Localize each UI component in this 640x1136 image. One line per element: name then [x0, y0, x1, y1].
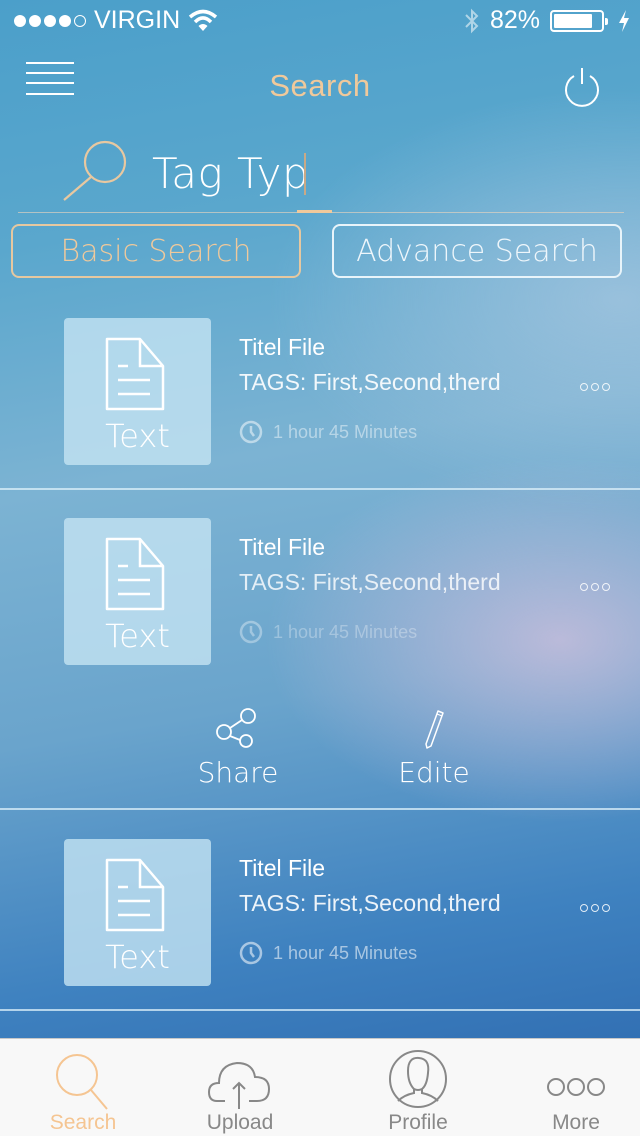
power-icon[interactable] [562, 66, 602, 108]
text-caret [304, 153, 306, 195]
file-title: Titel File [239, 534, 326, 560]
advance-search-button[interactable]: Advance Search [332, 224, 622, 278]
nav-bar: Search [0, 50, 640, 120]
file-time: 1 hour 45 Minutes [239, 420, 417, 444]
pencil-icon [425, 710, 444, 749]
file-time: 1 hour 45 Minutes [239, 620, 417, 644]
signal-dot [44, 14, 56, 27]
file-title: Titel File [239, 855, 326, 881]
bluetooth-icon [465, 8, 479, 33]
file-title: Titel File [239, 334, 326, 360]
file-tags: TAGS: First,Second,therd [239, 890, 501, 916]
more-options-button[interactable] [580, 583, 610, 591]
divider [0, 808, 640, 810]
file-thumbnail[interactable]: Text [64, 518, 211, 665]
search-input[interactable] [152, 143, 592, 203]
more-options-button[interactable] [580, 383, 610, 391]
status-right: 82% [464, 6, 630, 35]
clock-icon [239, 941, 263, 965]
edit-button[interactable]: Edite [390, 708, 478, 789]
tab-more[interactable]: More [496, 1039, 640, 1136]
signal-dot [14, 14, 26, 27]
tab-bar: Search Upload Profile More [0, 1038, 640, 1136]
file-time: 1 hour 45 Minutes [239, 941, 417, 965]
signal-strength-icon [14, 14, 86, 27]
thumbnail-label: Text [105, 938, 170, 976]
file-thumbnail[interactable]: Text [64, 839, 211, 986]
result-item[interactable]: Text Titel File TAGS: First,Second,therd… [0, 318, 640, 488]
hamburger-line [26, 62, 74, 64]
dot [580, 383, 588, 391]
file-thumbnail[interactable]: Text [64, 318, 211, 465]
battery-icon [550, 9, 608, 32]
tab-label: Profile [388, 1111, 448, 1134]
status-left: VIRGIN [14, 6, 218, 35]
profile-icon [389, 1050, 447, 1108]
share-label: Share [197, 756, 279, 789]
tab-profile[interactable]: Profile [338, 1039, 498, 1136]
signal-dot [29, 14, 41, 27]
wifi-icon [188, 9, 218, 31]
file-tags: TAGS: First,Second,therd [239, 569, 501, 595]
result-item[interactable]: Text Titel File TAGS: First,Second,therd… [0, 839, 640, 1009]
edit-label: Edite [398, 756, 470, 789]
battery-fill [554, 13, 592, 28]
document-icon [105, 537, 165, 611]
dot [602, 904, 610, 912]
search-field [0, 135, 640, 215]
result-item[interactable]: Text Titel File TAGS: First,Second,therd… [0, 518, 640, 688]
time-text: 1 hour 45 Minutes [273, 942, 418, 963]
document-icon [105, 337, 165, 411]
carrier-name: VIRGIN [94, 6, 181, 34]
clock-icon [239, 620, 263, 644]
cloud-upload-icon [207, 1061, 271, 1109]
dot [580, 904, 588, 912]
status-bar: VIRGIN 82% [0, 0, 640, 40]
tab-search[interactable]: Search [3, 1039, 163, 1136]
bolt-icon [619, 9, 629, 32]
dot [602, 583, 610, 591]
tab-label: More [552, 1111, 600, 1134]
search-icon [56, 1054, 108, 1110]
tab-label: Upload [206, 1111, 274, 1134]
tab-label: Search [49, 1111, 117, 1134]
time-text: 1 hour 45 Minutes [273, 621, 418, 642]
clock-icon [239, 420, 263, 444]
thumbnail-label: Text [105, 417, 170, 455]
signal-dot [74, 14, 86, 27]
basic-search-button[interactable]: Basic Search [11, 224, 301, 278]
signal-dot [59, 14, 71, 27]
dot [591, 383, 599, 391]
dot [591, 583, 599, 591]
search-underline-accent [297, 210, 332, 213]
divider [0, 1009, 640, 1011]
battery-percent: 82% [489, 6, 540, 34]
more-options-button[interactable] [580, 904, 610, 912]
time-text: 1 hour 45 Minutes [273, 421, 418, 442]
dot [602, 383, 610, 391]
thumbnail-label: Text [105, 617, 170, 655]
document-icon [105, 858, 165, 932]
dot [580, 583, 588, 591]
file-tags: TAGS: First,Second,therd [239, 369, 501, 395]
search-icon [63, 140, 127, 201]
share-button[interactable]: Share [190, 708, 286, 789]
more-icon [547, 1078, 605, 1096]
tab-upload[interactable]: Upload [160, 1039, 320, 1136]
page-title: Search [269, 68, 371, 103]
dot [591, 904, 599, 912]
divider [0, 488, 640, 490]
share-icon [216, 708, 256, 748]
